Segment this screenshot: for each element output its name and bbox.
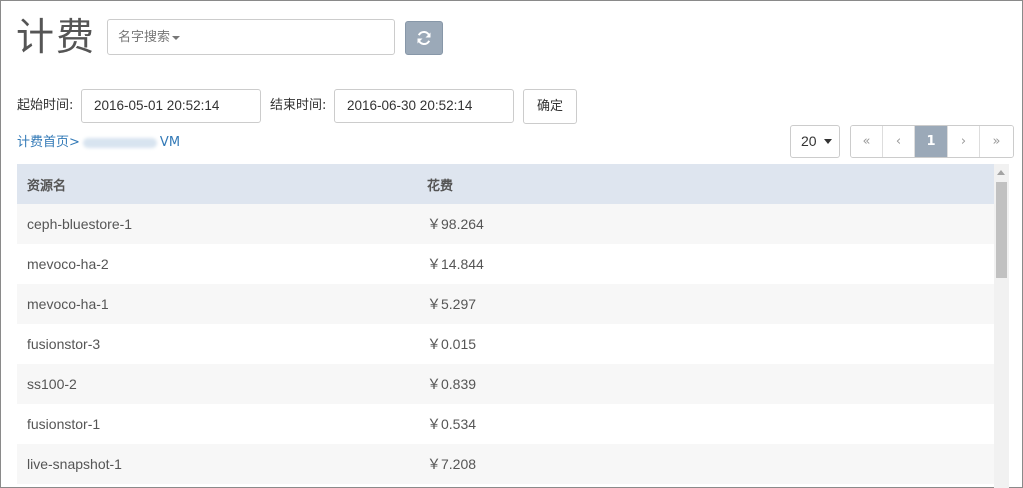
table-body: ceph-bluestore-1 ￥98.264 mevoco-ha-2 ￥14… [17, 204, 994, 484]
column-header-resource-name[interactable]: 资源名 [17, 175, 417, 194]
end-time-input[interactable]: 2016-06-30 20:52:14 [334, 89, 514, 123]
start-time-label: 起始时间: [17, 98, 74, 113]
cost-cell: ￥5.297 [427, 296, 477, 312]
table-row[interactable]: ss100-2 ￥0.839 [17, 364, 994, 404]
last-page-button[interactable]: » [980, 126, 1013, 157]
cost-cell: ￥0.839 [427, 376, 477, 392]
next-page-button[interactable]: › [948, 126, 980, 157]
resource-name-cell: ss100-2 [27, 376, 77, 392]
pagination: « ‹ 1 › » [850, 125, 1014, 158]
breadcrumb-separator: > [69, 135, 80, 150]
table-row[interactable]: fusionstor-1 ￥0.534 [17, 404, 994, 444]
scrollbar-thumb[interactable] [996, 182, 1007, 278]
resource-name-cell: mevoco-ha-2 [27, 256, 109, 272]
breadcrumb: 计费首页> VM [17, 134, 180, 152]
dropdown-arrow-icon [824, 139, 832, 144]
billing-table: 资源名 花费 ceph-bluestore-1 ￥98.264 mevoco-h… [17, 164, 994, 488]
search-input[interactable]: 名字搜索 [107, 19, 395, 55]
refresh-icon [417, 31, 431, 45]
cost-cell: ￥0.015 [427, 336, 477, 352]
search-type-dropdown[interactable]: 名字搜索 [118, 29, 181, 47]
resource-name-cell: live-snapshot-1 [27, 456, 122, 472]
search-type-label: 名字搜索 [118, 30, 171, 45]
table-row[interactable]: mevoco-ha-2 ￥14.844 [17, 244, 994, 284]
breadcrumb-current[interactable]: VM [160, 135, 180, 150]
cost-cell: ￥98.264 [427, 216, 484, 232]
column-header-cost[interactable]: 花费 [417, 175, 453, 194]
cost-cell: ￥0.534 [427, 416, 477, 432]
resource-name-cell: fusionstor-3 [27, 336, 101, 352]
scroll-up-arrow-icon[interactable] [997, 170, 1005, 175]
refresh-button[interactable] [405, 21, 443, 55]
page-title: 计费 [16, 15, 97, 59]
caret-down-icon [172, 35, 181, 40]
table-header: 资源名 花费 [17, 164, 994, 204]
table-scrollbar[interactable] [994, 164, 1009, 488]
resource-name-cell: ceph-bluestore-1 [27, 216, 133, 232]
page-size-select[interactable]: 20 [790, 125, 840, 158]
table-row[interactable]: mevoco-ha-1 ￥5.297 [17, 284, 994, 324]
table-row[interactable]: ceph-bluestore-1 ￥98.264 [17, 204, 994, 244]
end-time-label: 结束时间: [270, 98, 327, 113]
prev-page-button[interactable]: ‹ [883, 126, 915, 157]
resource-name-cell: fusionstor-1 [27, 416, 101, 432]
page-size-value: 20 [801, 133, 817, 149]
confirm-button[interactable]: 确定 [523, 89, 577, 124]
table-row[interactable]: fusionstor-3 ￥0.015 [17, 324, 994, 364]
resource-name-cell: mevoco-ha-1 [27, 296, 109, 312]
current-page-button[interactable]: 1 [915, 126, 948, 157]
table-row[interactable]: live-snapshot-1 ￥7.208 [17, 444, 994, 484]
cost-cell: ￥7.208 [427, 456, 477, 472]
first-page-button[interactable]: « [851, 126, 883, 157]
breadcrumb-redacted [82, 137, 157, 148]
start-time-input[interactable]: 2016-05-01 20:52:14 [81, 89, 261, 123]
breadcrumb-home-link[interactable]: 计费首页 [17, 135, 69, 150]
cost-cell: ￥14.844 [427, 256, 484, 272]
